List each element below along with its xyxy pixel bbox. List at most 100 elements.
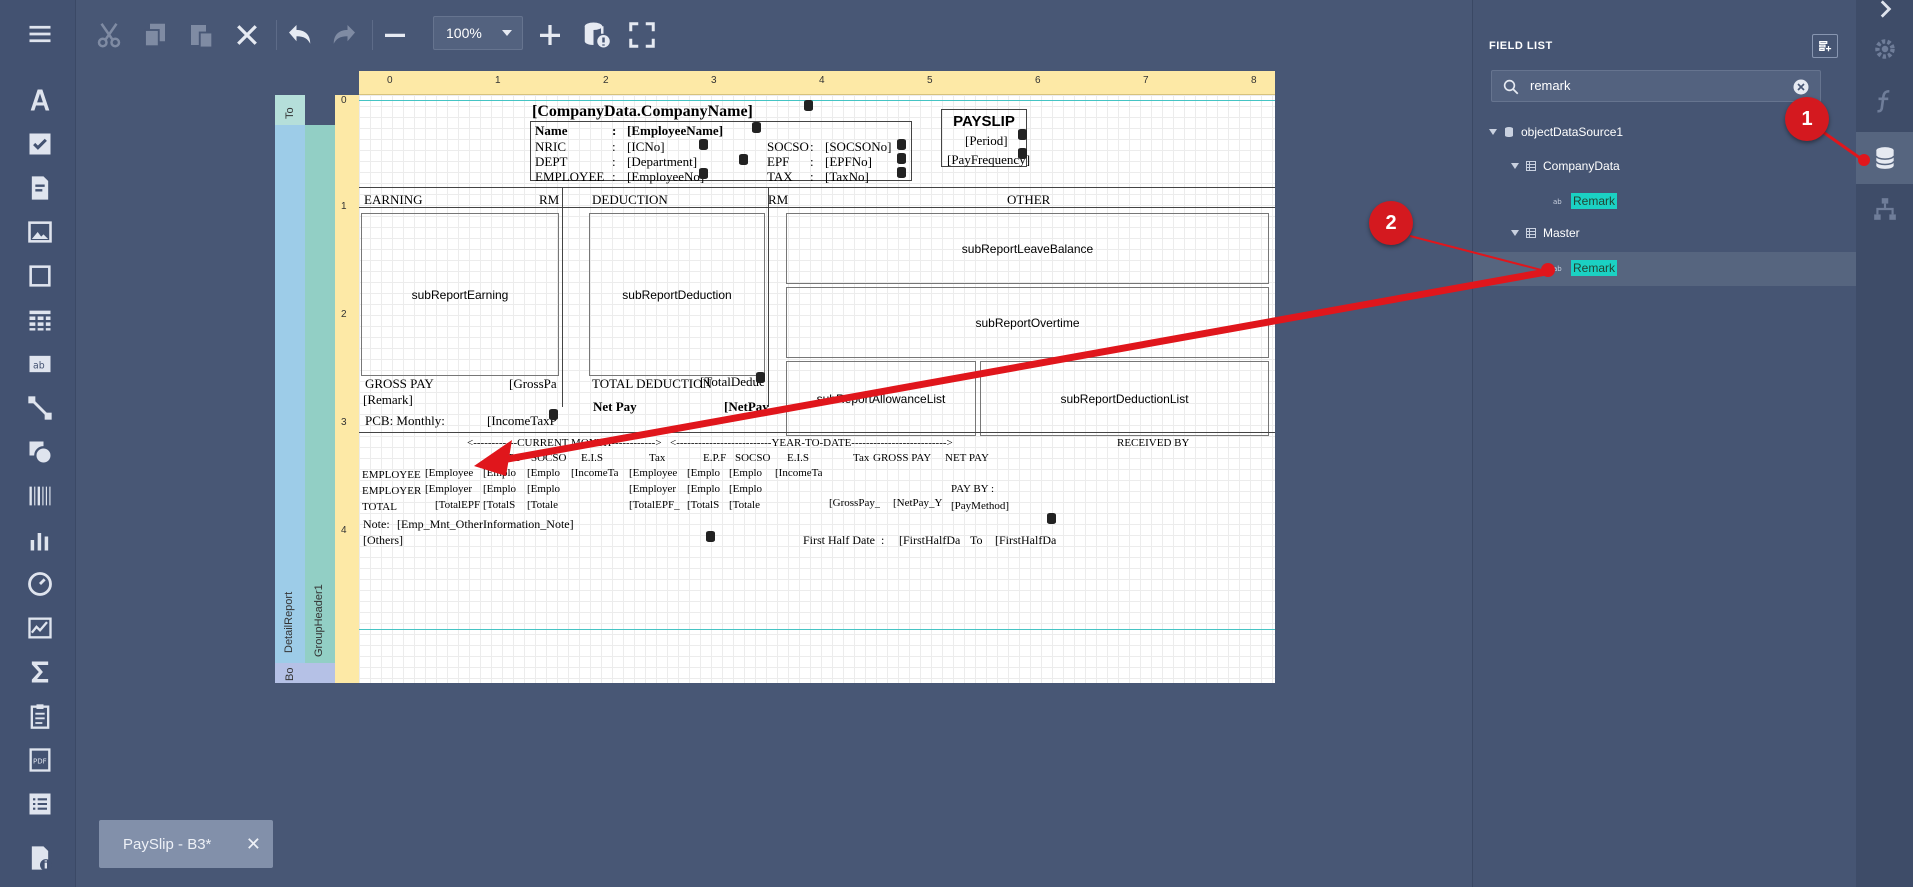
cut-icon[interactable] <box>94 16 124 54</box>
received-by-label[interactable]: RECEIVED BY <box>1117 437 1189 449</box>
total-epf-ytd-field[interactable]: [TotalEPF_ <box>629 499 680 511</box>
employee-epf-ytd-field[interactable]: [Employee <box>629 467 677 479</box>
zoom-select[interactable]: 100% <box>433 16 523 50</box>
validate-bindings-icon[interactable] <box>581 16 611 54</box>
employee-socso-ytd-field[interactable]: [Emplo <box>687 467 720 479</box>
employee-name-field[interactable]: [EmployeeName] <box>627 123 723 139</box>
label-tool-icon[interactable] <box>22 82 58 118</box>
to-label[interactable]: To <box>970 533 983 548</box>
pcb-monthly-label[interactable]: PCB: Monthly: <box>365 413 445 429</box>
document-tab-payslip[interactable]: PaySlip - B3* ✕ <box>99 820 273 868</box>
current-month-header[interactable]: <------------CURRENT MONTH------------> <box>467 437 662 449</box>
other-header[interactable]: OTHER <box>1007 192 1050 208</box>
full-screen-icon[interactable] <box>627 16 657 54</box>
employee-socso-field[interactable]: [Emplo <box>483 467 516 479</box>
net-pay-field[interactable]: [NetPay <box>724 399 769 415</box>
close-tab-icon[interactable]: ✕ <box>246 834 261 855</box>
first-half-date-from-field[interactable]: [FirstHalfDa <box>899 533 960 548</box>
page-info-tool-icon[interactable] <box>22 840 58 876</box>
earning-header[interactable]: EARNING <box>364 192 423 208</box>
picture-tool-icon[interactable] <box>22 214 58 250</box>
others-field[interactable]: [Others] <box>363 533 403 548</box>
tax-no-field[interactable]: [TaxNo] <box>825 169 869 185</box>
top-margin-band[interactable]: To <box>275 95 305 125</box>
year-to-date-header[interactable]: <--------------------------YEAR-TO-DATE-… <box>670 437 953 449</box>
nric-field[interactable]: [ICNo] <box>627 139 665 155</box>
socso-label[interactable]: SOCSO <box>767 139 809 155</box>
payslip-title[interactable]: PAYSLIP <box>941 113 1027 130</box>
note-field[interactable]: [Emp_Mnt_OtherInformation_Note] <box>397 517 574 532</box>
tree-item-master-remark[interactable]: ab Remark <box>1553 260 1618 276</box>
report-page[interactable]: [CompanyData.CompanyName] Name : [Employ… <box>359 95 1275 683</box>
epf-label[interactable]: EPF <box>767 154 789 170</box>
delete-icon[interactable] <box>232 16 262 54</box>
total-socso-ytd-field[interactable]: [TotalS <box>687 499 719 511</box>
net-pay-ytd-field[interactable]: [NetPay_Y <box>893 497 943 509</box>
deduction-header[interactable]: DEDUCTION <box>592 192 668 208</box>
socso-ytd-column-header[interactable]: SOCSO <box>735 452 770 464</box>
subreport-overtime[interactable]: subReportOvertime <box>786 287 1269 358</box>
character-comb-tool-icon[interactable]: ab <box>22 346 58 382</box>
employer-socso-ytd-field[interactable]: [Emplo <box>687 483 720 495</box>
net-pay-label[interactable]: Net Pay <box>593 399 637 415</box>
redo-icon[interactable] <box>330 16 360 54</box>
employee-tax-ytd-field[interactable]: [IncomeTa <box>775 467 822 479</box>
employer-eis-ytd-field[interactable]: [Emplo <box>729 483 762 495</box>
tree-item-datasource[interactable]: objectDataSource1 <box>1489 125 1623 139</box>
field-list-tab-database-icon[interactable] <box>1856 132 1913 184</box>
subreport-deduction-list[interactable]: subReportDeductionList <box>980 361 1269 436</box>
employee-no-field[interactable]: [EmployeeNo] <box>627 169 704 185</box>
socso-no-field[interactable]: [SOCSONo] <box>825 139 891 155</box>
expand-caret-icon[interactable] <box>1511 163 1519 169</box>
tax-label[interactable]: TAX <box>767 169 793 185</box>
rich-text-tool-icon[interactable] <box>22 170 58 206</box>
zoom-in-icon[interactable] <box>535 16 565 54</box>
remark-field[interactable]: [Remark] <box>363 392 413 408</box>
clipboard-tool-icon[interactable] <box>22 698 58 734</box>
paste-icon[interactable] <box>186 16 216 54</box>
rm-header[interactable]: RM <box>768 192 788 208</box>
expand-caret-icon[interactable] <box>1511 230 1519 236</box>
socso-column-header[interactable]: SOCSO <box>531 452 566 464</box>
total-deduction-label[interactable]: TOTAL DEDUCTION <box>592 376 712 392</box>
note-label[interactable]: Note: <box>363 517 390 532</box>
period-field[interactable]: [Period] <box>965 133 1008 149</box>
subreport-allowance-list[interactable]: subReportAllowanceList <box>786 361 976 436</box>
tree-item-companydata-remark[interactable]: ab Remark <box>1553 193 1618 209</box>
company-name-field[interactable]: [CompanyData.CompanyName] <box>532 103 753 121</box>
tax-ytd-column-header[interactable]: Tax <box>853 452 869 464</box>
shape-tool-icon[interactable] <box>22 434 58 470</box>
gauge-tool-icon[interactable] <box>22 566 58 602</box>
bottom-margin-band[interactable]: Bo <box>275 663 335 683</box>
employee-eis-field[interactable]: [Emplo <box>527 467 560 479</box>
subreport-leave-balance[interactable]: subReportLeaveBalance <box>786 213 1269 284</box>
eis-column-header[interactable]: E.I.S <box>581 452 603 464</box>
panel-tool-icon[interactable] <box>22 258 58 294</box>
first-half-date-to-field[interactable]: [FirstHalfDa <box>995 533 1056 548</box>
zoom-out-icon[interactable] <box>380 16 410 54</box>
undo-icon[interactable] <box>284 16 314 54</box>
employee-no-label[interactable]: EMPLOYEE <box>535 169 604 185</box>
clear-search-icon[interactable] <box>1792 78 1810 96</box>
subreport-earning[interactable]: subReportEarning <box>361 213 559 376</box>
employee-row-label[interactable]: EMPLOYEE <box>362 469 421 481</box>
dept-label[interactable]: DEPT <box>535 154 568 170</box>
employer-eis-field[interactable]: [Emplo <box>527 483 560 495</box>
income-tax-pcb-field[interactable]: [IncomeTaxPC <box>487 413 557 429</box>
net-pay-column-header[interactable]: NET PAY <box>945 452 989 464</box>
sparkline-tool-icon[interactable] <box>22 610 58 646</box>
checkbox-tool-icon[interactable] <box>22 126 58 162</box>
properties-tab-gear-icon[interactable] <box>1856 26 1913 72</box>
expressions-tab-function-icon[interactable] <box>1856 78 1913 124</box>
table-tool-icon[interactable] <box>22 302 58 338</box>
hamburger-menu-icon[interactable] <box>22 16 58 52</box>
name-label[interactable]: Name <box>535 123 568 139</box>
tree-item-companydata[interactable]: CompanyData <box>1511 159 1620 173</box>
pdf-tool-icon[interactable]: PDF <box>22 742 58 778</box>
rm-header[interactable]: RM <box>539 192 559 208</box>
total-eis-field[interactable]: [Totale <box>527 499 558 511</box>
report-design-surface[interactable]: To DetailReport GroupHeader1 Bo 0 1 2 3 … <box>275 71 1275 683</box>
gross-pay-field[interactable]: [GrossPa <box>509 376 559 392</box>
group-header-band[interactable]: GroupHeader1 <box>305 125 335 663</box>
nric-label[interactable]: NRIC <box>535 139 566 155</box>
